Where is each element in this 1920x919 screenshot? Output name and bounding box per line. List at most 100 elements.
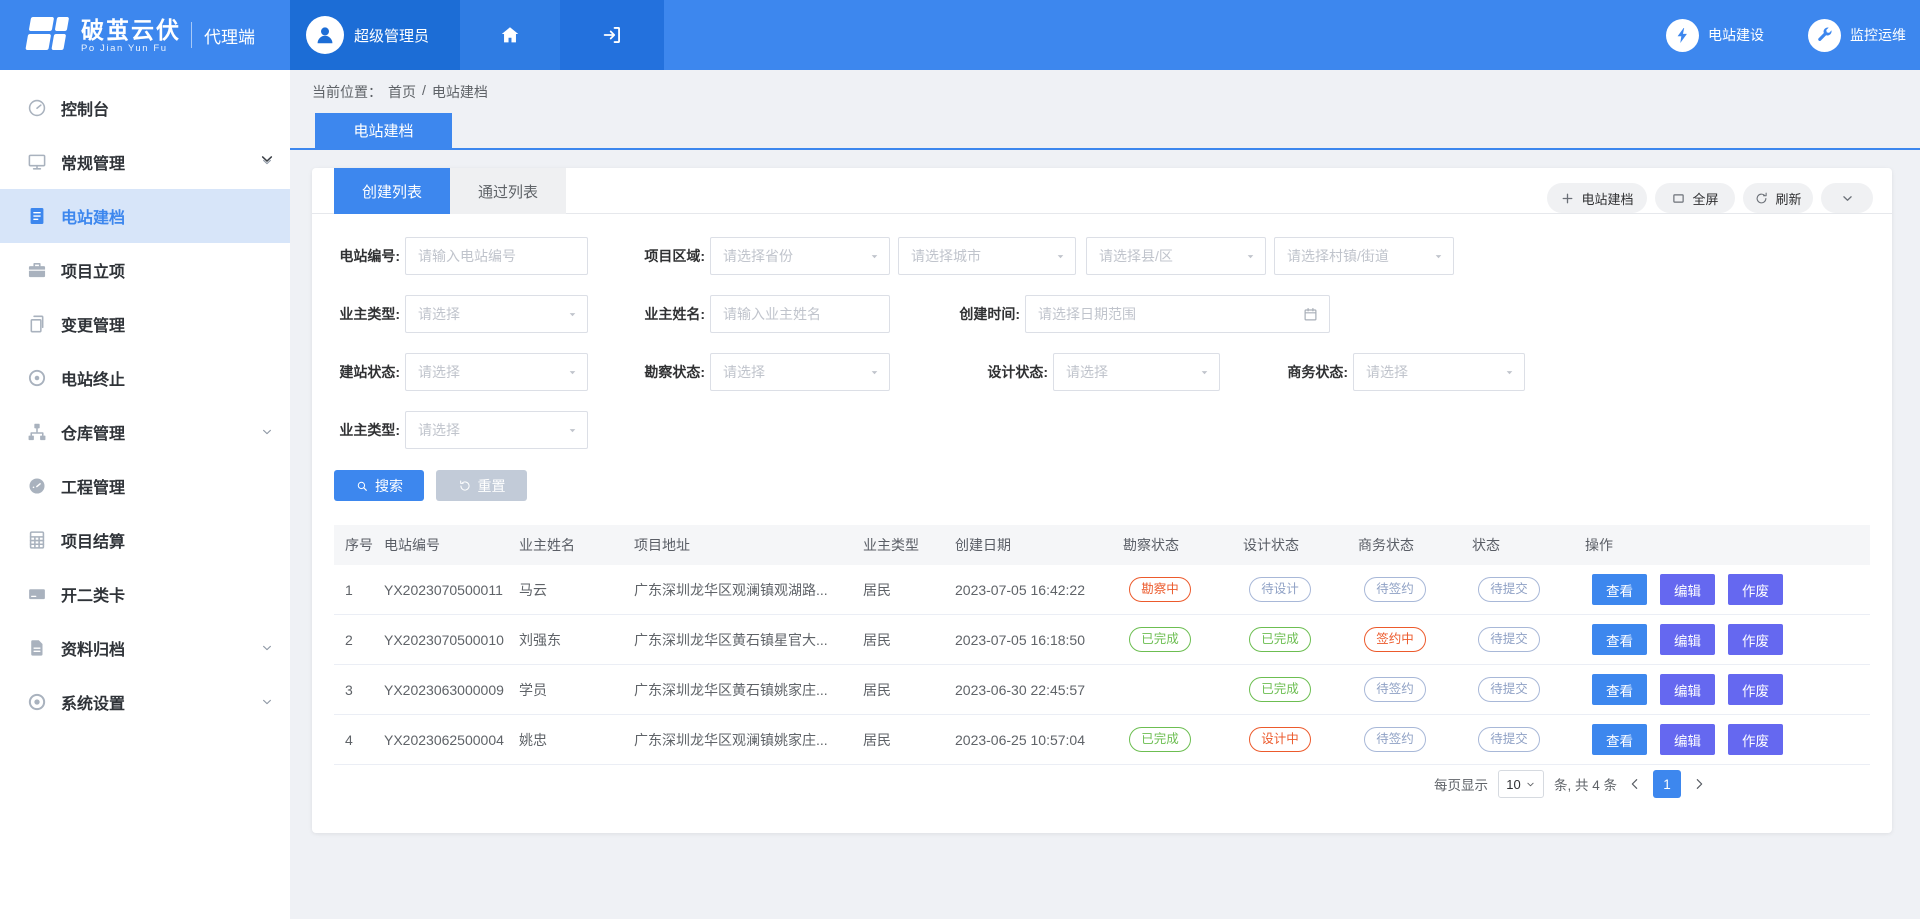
owner-name-label: 业主姓名: [620,295,705,333]
created-time-label: 创建时间: [935,295,1020,333]
survey-status-select[interactable]: 请选择 [710,353,890,391]
view-button[interactable]: 查看 [1592,674,1647,705]
design-status-select[interactable]: 请选择 [1053,353,1220,391]
user-section[interactable]: 超级管理员 [290,0,460,70]
created-date: 2023-07-05 16:18:50 [955,632,1123,648]
chevron-down-icon [260,425,274,439]
survey-status-placeholder: 请选择 [723,362,765,382]
stations-table: 序号电站编号业主姓名项目地址业主类型创建日期勘察状态设计状态商务状态状态操作1Y… [334,525,1870,765]
sidebar-item-system-settings[interactable]: 系统设置 [0,675,290,729]
next-page-button[interactable] [1691,776,1707,792]
province-select[interactable]: 请选择省份 [710,237,890,275]
status-badge: 已完成 [1249,627,1311,652]
caret-down-icon [1244,250,1257,263]
void-button[interactable]: 作废 [1728,724,1783,755]
sidebar-item-general-mgmt[interactable]: 常规管理 [0,135,290,189]
status-cell: 待提交 [1472,577,1585,602]
sidebar-item-project-initiation[interactable]: 项目立项 [0,243,290,297]
caret-down-icon [1432,250,1445,263]
actions-cell: 查看编辑作废 [1585,574,1870,605]
void-button[interactable]: 作废 [1728,674,1783,705]
project-address: 广东深圳龙华区黄石镇星官大... [634,630,863,650]
fullscreen-button[interactable]: 全屏 [1655,183,1735,213]
create-station-button[interactable]: 电站建档 [1547,183,1647,213]
tab-pass-list[interactable]: 通过列表 [450,168,566,214]
edit-button[interactable]: 编辑 [1660,574,1715,605]
owner-name-input[interactable] [710,295,890,333]
edit-button[interactable]: 编辑 [1660,674,1715,705]
search-button[interactable]: 搜索 [334,470,424,501]
breadcrumb-current: 电站建档 [432,82,488,102]
view-button[interactable]: 查看 [1592,724,1647,755]
sidebar-item-console[interactable]: 控制台 [0,81,290,135]
monitor-ops-badge [1808,19,1841,52]
current-page-button[interactable]: 1 [1653,770,1681,798]
prev-page-button[interactable] [1627,776,1643,792]
tab-create-list[interactable]: 创建列表 [334,168,450,214]
station-code-input[interactable] [405,237,588,275]
sidebar-item-station-termination[interactable]: 电站终止 [0,351,290,405]
sidebar-item-label: 仓库管理 [61,420,125,444]
sidebar-collapse-toggle[interactable] [258,150,276,168]
refresh-button[interactable]: 刷新 [1743,183,1813,213]
status-badge: 待提交 [1478,677,1540,702]
county-select[interactable]: 请选择县/区 [1086,237,1266,275]
build-status-select[interactable]: 请选择 [405,353,588,391]
row-index: 2 [334,632,384,648]
village-select[interactable]: 请选择村镇/街道 [1274,237,1454,275]
status-cell: 待提交 [1472,627,1585,652]
station-code: YX2023070500010 [384,632,519,648]
quick-link-monitor-ops[interactable]: 监控运维 [1808,19,1906,52]
edit-button[interactable]: 编辑 [1660,624,1715,655]
card-icon [26,583,48,605]
void-button[interactable]: 作废 [1728,574,1783,605]
logo-divider [191,22,192,48]
monitor-icon [26,151,48,173]
page-tab-underline [290,148,1920,150]
logo-text: 破茧云伏 Po Jian Yun Fu [81,17,181,54]
sidebar-item-open-type2-card[interactable]: 开二类卡 [0,567,290,621]
owner-type-select[interactable]: 请选择 [405,295,588,333]
edit-button[interactable]: 编辑 [1660,724,1715,755]
page-tab[interactable]: 电站建档 [315,113,452,148]
city-select[interactable]: 请选择城市 [898,237,1076,275]
sidebar-item-station-archive[interactable]: 电站建档 [0,189,290,243]
sidebar-item-project-settlement[interactable]: 项目结算 [0,513,290,567]
caret-down-icon [1054,250,1067,263]
sidebar-item-engineering-mgmt[interactable]: 工程管理 [0,459,290,513]
column-header-5: 业主类型 [863,535,955,555]
monitor-ops-label: 监控运维 [1850,25,1906,45]
sidebar-item-warehouse-mgmt[interactable]: 仓库管理 [0,405,290,459]
sidebar-item-label: 项目立项 [61,258,125,282]
sitemap-icon [26,421,48,443]
quick-links: 电站建设 监控运维 [1666,0,1906,70]
chevron-down-icon [1840,191,1855,206]
void-button[interactable]: 作废 [1728,624,1783,655]
chevron-down-icon [1525,779,1536,790]
reset-button[interactable]: 重置 [436,470,527,501]
status-cell: 待提交 [1472,727,1585,752]
column-header-3: 业主姓名 [519,535,634,555]
survey-status-cell: 已完成 [1123,727,1243,752]
main-content: 当前位置： 首页 / 电站建档 电站建档 创建列表通过列表 电站建档全屏刷新 电… [290,70,1920,919]
per-page-select[interactable]: 10 [1498,770,1544,798]
sidebar-item-data-archive[interactable]: 资料归档 [0,621,290,675]
column-header-6: 创建日期 [955,535,1123,555]
status-badge: 待提交 [1478,627,1540,652]
logout-button[interactable] [560,0,664,70]
quick-link-station-build[interactable]: 电站建设 [1666,19,1764,52]
created-time-date[interactable]: 请选择日期范围 [1025,295,1330,333]
portal-label: 代理端 [204,23,255,48]
business-status-select[interactable]: 请选择 [1353,353,1525,391]
view-button[interactable]: 查看 [1592,624,1647,655]
row-index: 3 [334,682,384,698]
view-button[interactable]: 查看 [1592,574,1647,605]
owner-type-2-select[interactable]: 请选择 [405,411,588,449]
breadcrumb-home-link[interactable]: 首页 [388,82,416,102]
home-button[interactable] [460,0,560,70]
calendar-icon [1302,306,1319,323]
user-name: 超级管理员 [354,25,429,46]
caret-down-icon [1503,366,1516,379]
sidebar-item-change-mgmt[interactable]: 变更管理 [0,297,290,351]
more-button[interactable] [1821,183,1873,213]
